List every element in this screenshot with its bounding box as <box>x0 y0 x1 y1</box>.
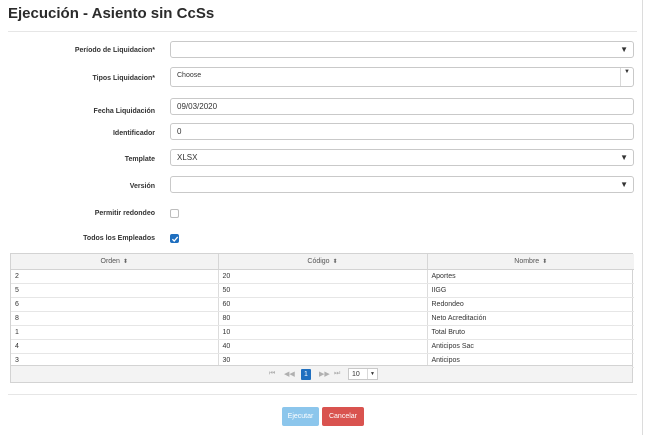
cell-orden: 1 <box>11 325 219 340</box>
cell-orden: 8 <box>11 311 219 326</box>
page-size-value: 10 <box>352 371 360 378</box>
execute-button[interactable]: Ejecutar <box>282 407 319 426</box>
caret-down-icon: ▼ <box>620 45 628 54</box>
table-row[interactable]: 6 60 Redondeo <box>11 297 634 312</box>
column-header-codigo[interactable]: Código ⬍ <box>218 254 428 270</box>
caret-down-icon: ▼ <box>620 180 628 189</box>
sort-icon: ⬍ <box>542 258 548 265</box>
cell-orden: 5 <box>11 283 219 298</box>
cell-codigo: 60 <box>218 297 428 312</box>
footer-divider <box>8 394 637 395</box>
cell-nombre: IIGG <box>427 283 634 298</box>
grid-pager: ⏮ ◀◀ 1 ▶▶ ⏭ 10 ▼ <box>11 365 632 382</box>
table-row[interactable]: 1 10 Total Bruto <box>11 325 634 340</box>
cell-nombre: Total Bruto <box>427 325 634 340</box>
tipos-label: Tipos Liquidacion* <box>92 75 155 82</box>
cell-codigo: 80 <box>218 311 428 326</box>
table-row[interactable]: 2 20 Aportes <box>11 269 634 284</box>
caret-down-icon: ▼ <box>370 371 375 377</box>
cell-codigo: 20 <box>218 269 428 284</box>
cell-nombre: Aportes <box>427 269 634 284</box>
caret-down-icon: ▼ <box>624 69 630 75</box>
page-title: Ejecución - Asiento sin CcSs <box>8 5 215 22</box>
caret-down-icon: ▼ <box>620 153 628 162</box>
empleados-label: Todos los Empleados <box>83 235 155 242</box>
prev-page-icon[interactable]: ◀◀ <box>284 370 295 378</box>
cell-nombre: Neto Acreditación <box>427 311 634 326</box>
empleados-checkbox[interactable] <box>170 234 179 243</box>
cell-orden: 2 <box>11 269 219 284</box>
tipos-select[interactable]: Choose ▼ <box>170 67 634 87</box>
table-row[interactable]: 4 40 Anticipos Sac <box>11 339 634 354</box>
column-header-orden[interactable]: Orden ⬍ <box>11 254 219 270</box>
grid-header-row: Orden ⬍ Código ⬍ Nombre ⬍ <box>11 254 634 270</box>
page-number-current[interactable]: 1 <box>301 369 311 380</box>
panel-border <box>642 0 643 435</box>
cell-codigo: 10 <box>218 325 428 340</box>
redondeo-checkbox[interactable] <box>170 209 179 218</box>
redondeo-label: Permitir redondeo <box>94 210 155 217</box>
template-label: Template <box>124 156 155 163</box>
cell-codigo: 50 <box>218 283 428 298</box>
tipos-value: Choose <box>177 72 202 79</box>
last-page-icon[interactable]: ⏭ <box>334 370 340 378</box>
results-grid: Orden ⬍ Código ⬍ Nombre ⬍ 2 20 Aportes 5 50… <box>10 253 634 383</box>
fecha-input[interactable]: 09/03/2020 <box>170 98 634 115</box>
page-size-select[interactable]: 10 ▼ <box>348 368 378 380</box>
version-label: Versión <box>129 183 155 190</box>
identificador-value: 0 <box>177 127 182 136</box>
fecha-value: 09/03/2020 <box>177 102 218 111</box>
header-divider <box>8 31 637 32</box>
identificador-label: Identificador <box>112 130 155 137</box>
column-header-label: Nombre <box>514 257 540 265</box>
periodo-label: Período de Liquidacion* <box>74 47 155 54</box>
fecha-label: Fecha Liquidación <box>93 108 155 115</box>
template-value: XLSX <box>177 153 198 162</box>
cell-nombre: Redondeo <box>427 297 634 312</box>
identificador-input[interactable]: 0 <box>170 123 634 140</box>
next-page-icon[interactable]: ▶▶ <box>319 370 330 378</box>
cell-nombre: Anticipos Sac <box>427 339 634 354</box>
sort-icon: ⬍ <box>332 258 338 265</box>
first-page-icon[interactable]: ⏮ <box>269 370 275 378</box>
select-divider <box>620 68 621 86</box>
cell-codigo: 40 <box>218 339 428 354</box>
column-header-label: Orden <box>100 257 120 265</box>
sort-icon: ⬍ <box>122 258 128 265</box>
version-select[interactable]: ▼ <box>170 176 634 193</box>
table-row[interactable]: 5 50 IIGG <box>11 283 634 298</box>
cell-orden: 6 <box>11 297 219 312</box>
check-icon <box>171 236 179 242</box>
cancel-button[interactable]: Cancelar <box>322 407 364 426</box>
table-row[interactable]: 8 80 Neto Acreditación <box>11 311 634 326</box>
template-select[interactable]: XLSX ▼ <box>170 149 634 166</box>
select-divider <box>367 369 368 379</box>
column-header-label: Código <box>307 257 330 265</box>
cell-orden: 4 <box>11 339 219 354</box>
column-header-nombre[interactable]: Nombre ⬍ <box>427 254 634 270</box>
periodo-select[interactable]: ▼ <box>170 41 634 58</box>
